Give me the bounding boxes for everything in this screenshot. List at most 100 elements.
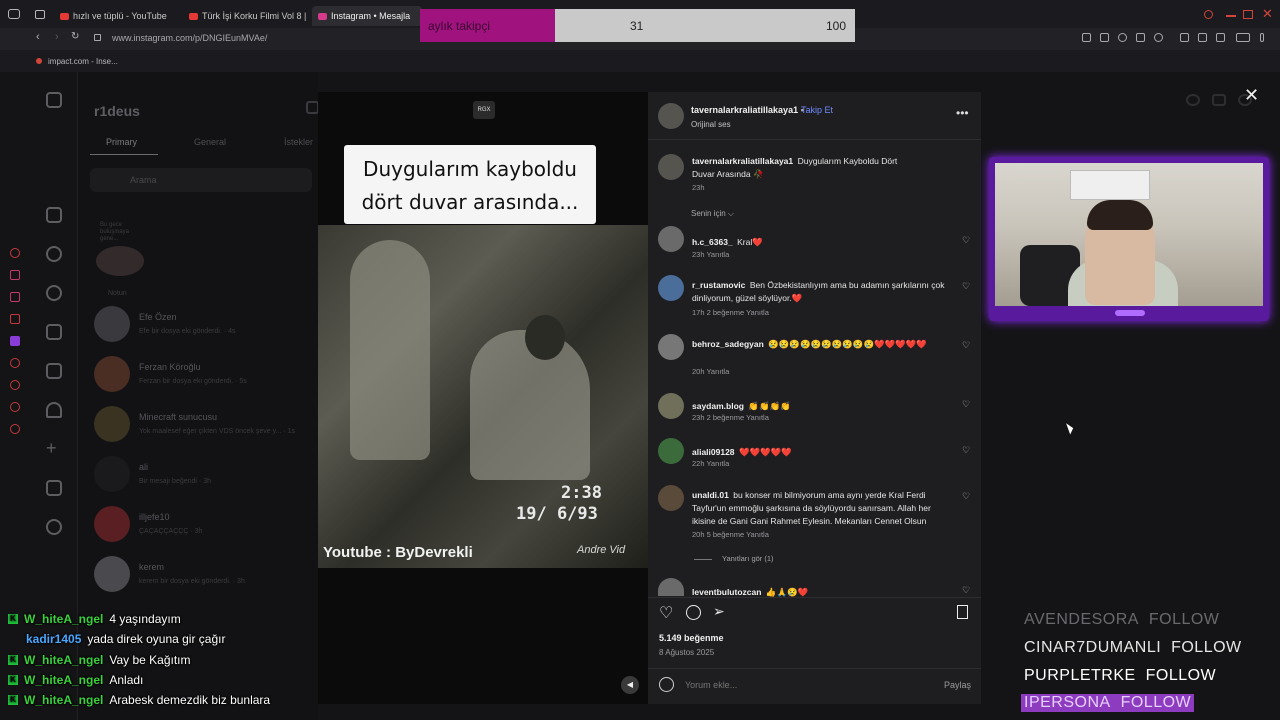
home-icon[interactable] (46, 207, 62, 223)
comment-meta[interactable]: 20h Yanıtla (692, 367, 729, 376)
reels-icon[interactable] (46, 324, 62, 340)
post-author[interactable]: tavernalarkraliatillakaya1 • (691, 105, 804, 115)
follow-button[interactable]: Takip Et (801, 105, 833, 115)
mute-icon[interactable]: ◀ (621, 676, 639, 694)
conversation-name[interactable]: kerem (139, 562, 164, 572)
original-audio[interactable]: Orijinal ses (691, 120, 731, 129)
caption-author[interactable]: tavernalarkraliatillakaya1 (692, 156, 793, 166)
close-icon[interactable]: ✕ (1244, 85, 1259, 106)
player-icon[interactable] (1136, 33, 1145, 42)
minimize-icon[interactable] (1226, 15, 1236, 17)
wallet-icon[interactable] (1198, 33, 1207, 42)
snapshot-icon[interactable] (1100, 33, 1109, 42)
conversation-name[interactable]: ali (139, 462, 148, 472)
like-icon[interactable]: ♡ (659, 603, 673, 623)
comment-meta[interactable]: 22h Yanıtla (692, 459, 729, 468)
tab-primary[interactable]: Primary (106, 137, 137, 147)
video-call-icon[interactable] (1212, 94, 1226, 106)
post-author-name[interactable]: tavernalarkraliatillakaya1 (691, 105, 798, 115)
comment-user[interactable]: r_rustamovic (692, 280, 745, 290)
conversation-name[interactable]: illjefe10 (139, 512, 170, 522)
note-bubble[interactable]: Bu gece buluşmaya gene... (100, 222, 144, 243)
like-comment-icon[interactable]: ♡ (962, 341, 971, 350)
comment-meta[interactable]: 23h 2 beğenme Yanıtla (692, 413, 769, 422)
dm-username[interactable]: r1deus (94, 103, 140, 119)
ai-icon[interactable] (1236, 33, 1250, 42)
post-comment-button[interactable]: Paylaş (944, 680, 971, 690)
comment-meta[interactable]: 17h 2 beğenme Yanıtla (692, 308, 769, 317)
view-replies-button[interactable]: Yanıtları gör (1) (722, 554, 774, 563)
comment-avatar[interactable] (658, 438, 684, 464)
app-icon[interactable] (10, 248, 20, 258)
conversation-name[interactable]: Efe Özen (139, 312, 177, 322)
dm-search-input[interactable] (90, 168, 312, 192)
back-icon[interactable]: ‹ (36, 31, 40, 43)
post-author-avatar[interactable] (658, 103, 684, 129)
comment-user[interactable]: saydam.blog (692, 401, 744, 411)
bookmark-icon[interactable] (1082, 33, 1091, 42)
avatar[interactable] (94, 556, 130, 592)
url-field[interactable]: www.instagram.com/p/DNGIEunMVAe/ (112, 33, 267, 43)
tab-youtube-2[interactable]: Türk İşi Korku Filmi Vol 8 | (189, 6, 311, 26)
caption-author-avatar[interactable] (658, 154, 684, 180)
extensions-icon[interactable] (1180, 33, 1189, 42)
like-comment-icon[interactable]: ♡ (962, 492, 971, 501)
search-nav-icon[interactable] (46, 246, 62, 262)
tab-instagram[interactable]: Instagram • Mesajla (312, 6, 422, 26)
comment-avatar[interactable] (658, 485, 684, 511)
create-plus-icon[interactable]: + (46, 439, 62, 457)
share-icon[interactable]: ➢ (713, 603, 725, 620)
tab-overview-icon[interactable] (35, 10, 45, 19)
reload-icon[interactable]: ↻ (71, 31, 79, 42)
dashboard-icon[interactable] (46, 480, 62, 496)
tab-general[interactable]: General (194, 137, 226, 147)
comment-user[interactable]: h.c_6363_ (692, 237, 733, 247)
comment-user[interactable]: leventbulutozcan (692, 587, 761, 597)
comment-meta[interactable]: 23h Yanıtla (692, 250, 729, 259)
conversation-name[interactable]: Ferzan Köroğlu (139, 362, 201, 372)
conversation-name[interactable]: Minecraft sunucusu (139, 412, 217, 422)
sort-dropdown[interactable]: Senin için ⌵ (691, 209, 734, 219)
like-comment-icon[interactable]: ♡ (962, 446, 971, 455)
explore-icon[interactable] (46, 285, 62, 301)
profile-avatar-icon[interactable] (46, 519, 62, 535)
comment-input[interactable] (685, 680, 915, 690)
tab-youtube-1[interactable]: hızlı ve tüplü - YouTube (60, 6, 185, 26)
notifications-heart-icon[interactable] (46, 402, 62, 418)
comment-avatar[interactable] (658, 334, 684, 360)
download-icon[interactable] (1216, 33, 1225, 42)
call-icon[interactable] (1186, 94, 1200, 106)
messages-icon[interactable] (46, 363, 62, 379)
app-icon[interactable] (10, 292, 20, 302)
app-icon[interactable] (10, 402, 20, 412)
comment-avatar[interactable] (658, 226, 684, 252)
app-icon[interactable] (10, 358, 20, 368)
instagram-logo-icon[interactable] (46, 92, 62, 108)
settings-icon[interactable] (10, 424, 20, 434)
comment-user[interactable]: behroz_sadegyan (692, 339, 764, 349)
comment-icon[interactable] (686, 605, 701, 620)
like-comment-icon[interactable]: ♡ (962, 400, 971, 409)
like-comment-icon[interactable]: ♡ (962, 236, 971, 245)
like-comment-icon[interactable]: ♡ (962, 586, 971, 595)
shield-icon[interactable] (1118, 33, 1127, 42)
avatar[interactable] (94, 456, 130, 492)
emoji-icon[interactable] (659, 677, 674, 692)
comment-user[interactable]: aliali09128 (692, 447, 735, 457)
avatar[interactable] (94, 506, 130, 542)
avatar[interactable] (94, 306, 130, 342)
browser-menu-icon[interactable] (8, 9, 20, 19)
app-icon[interactable] (10, 270, 20, 280)
close-window-icon[interactable]: ✕ (1262, 6, 1273, 22)
bookmark-impact[interactable]: impact.com - Inse... (48, 57, 118, 66)
like-comment-icon[interactable]: ♡ (962, 282, 971, 291)
search-icon[interactable] (1204, 10, 1213, 19)
like-count[interactable]: 5.149 beğenme (659, 633, 724, 643)
comment-meta[interactable]: 20h 5 beğenme Yanıtla (692, 530, 769, 539)
avatar[interactable] (94, 356, 130, 392)
more-options-icon[interactable]: ••• (956, 106, 969, 120)
avatar[interactable] (94, 406, 130, 442)
note-avatar[interactable] (96, 246, 144, 276)
comment-avatar[interactable] (658, 393, 684, 419)
comment-avatar[interactable] (658, 275, 684, 301)
